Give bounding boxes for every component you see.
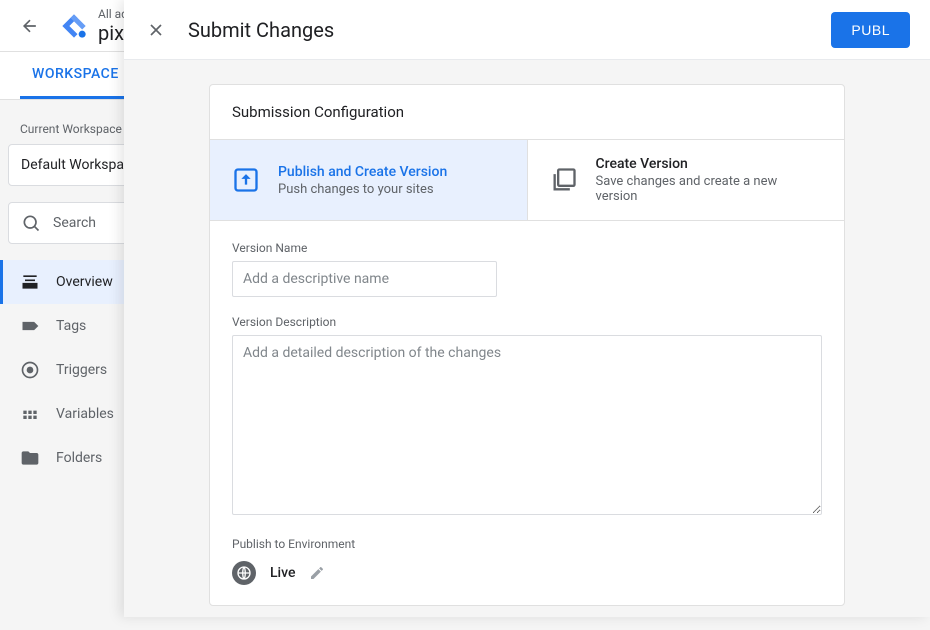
- nav-label: Variables: [56, 406, 114, 422]
- close-button[interactable]: [144, 18, 168, 42]
- trigger-icon: [20, 360, 40, 380]
- nav-label: Tags: [56, 318, 86, 334]
- variables-icon: [20, 404, 40, 424]
- close-icon: [146, 20, 166, 40]
- search-icon: [21, 213, 41, 233]
- version-name-group: Version Name: [232, 241, 822, 297]
- card-title: Submission Configuration: [210, 85, 844, 139]
- environment-row: Live: [232, 561, 822, 585]
- environment-label: Publish to Environment: [232, 537, 822, 551]
- arrow-left-icon: [20, 16, 40, 36]
- version-desc-group: Version Description: [232, 315, 822, 519]
- option-title: Publish and Create Version: [278, 164, 447, 180]
- overview-icon: [20, 272, 40, 292]
- tag-icon: [20, 316, 40, 336]
- version-desc-label: Version Description: [232, 315, 822, 329]
- back-button[interactable]: [18, 14, 42, 38]
- version-name-label: Version Name: [232, 241, 822, 255]
- option-publish-create[interactable]: Publish and Create Version Push changes …: [210, 140, 528, 220]
- nav-label: Overview: [56, 274, 113, 290]
- folder-icon: [20, 448, 40, 468]
- globe-icon: [232, 561, 256, 585]
- publish-button[interactable]: PUBL: [831, 12, 910, 48]
- submission-card: Submission Configuration Publish and Cre…: [209, 84, 845, 606]
- modal-title: Submit Changes: [188, 18, 831, 42]
- version-icon: [550, 166, 578, 194]
- nav-label: Triggers: [56, 362, 107, 378]
- modal-body: Submission Configuration Publish and Cre…: [124, 60, 930, 630]
- environment-group: Publish to Environment Live: [232, 537, 822, 585]
- option-text: Publish and Create Version Push changes …: [278, 164, 447, 197]
- option-create-version[interactable]: Create Version Save changes and create a…: [528, 140, 845, 220]
- nav-label: Folders: [56, 450, 102, 466]
- option-text: Create Version Save changes and create a…: [596, 156, 823, 204]
- version-name-input[interactable]: [232, 261, 497, 297]
- submission-options: Publish and Create Version Push changes …: [210, 139, 844, 221]
- option-title: Create Version: [596, 156, 823, 172]
- modal-header: Submit Changes PUBL: [124, 0, 930, 60]
- option-subtitle: Save changes and create a new version: [596, 174, 823, 204]
- submit-changes-modal: Submit Changes PUBL Submission Configura…: [124, 0, 930, 617]
- version-desc-input[interactable]: [232, 335, 822, 515]
- edit-icon[interactable]: [309, 565, 325, 581]
- environment-name: Live: [270, 565, 295, 581]
- search-placeholder: Search: [53, 215, 96, 231]
- option-subtitle: Push changes to your sites: [278, 182, 447, 197]
- form-section: Version Name Version Description Publish…: [210, 221, 844, 605]
- publish-icon: [232, 166, 260, 194]
- gtm-logo-icon: [60, 12, 88, 40]
- tab-workspace[interactable]: WORKSPACE: [20, 52, 131, 99]
